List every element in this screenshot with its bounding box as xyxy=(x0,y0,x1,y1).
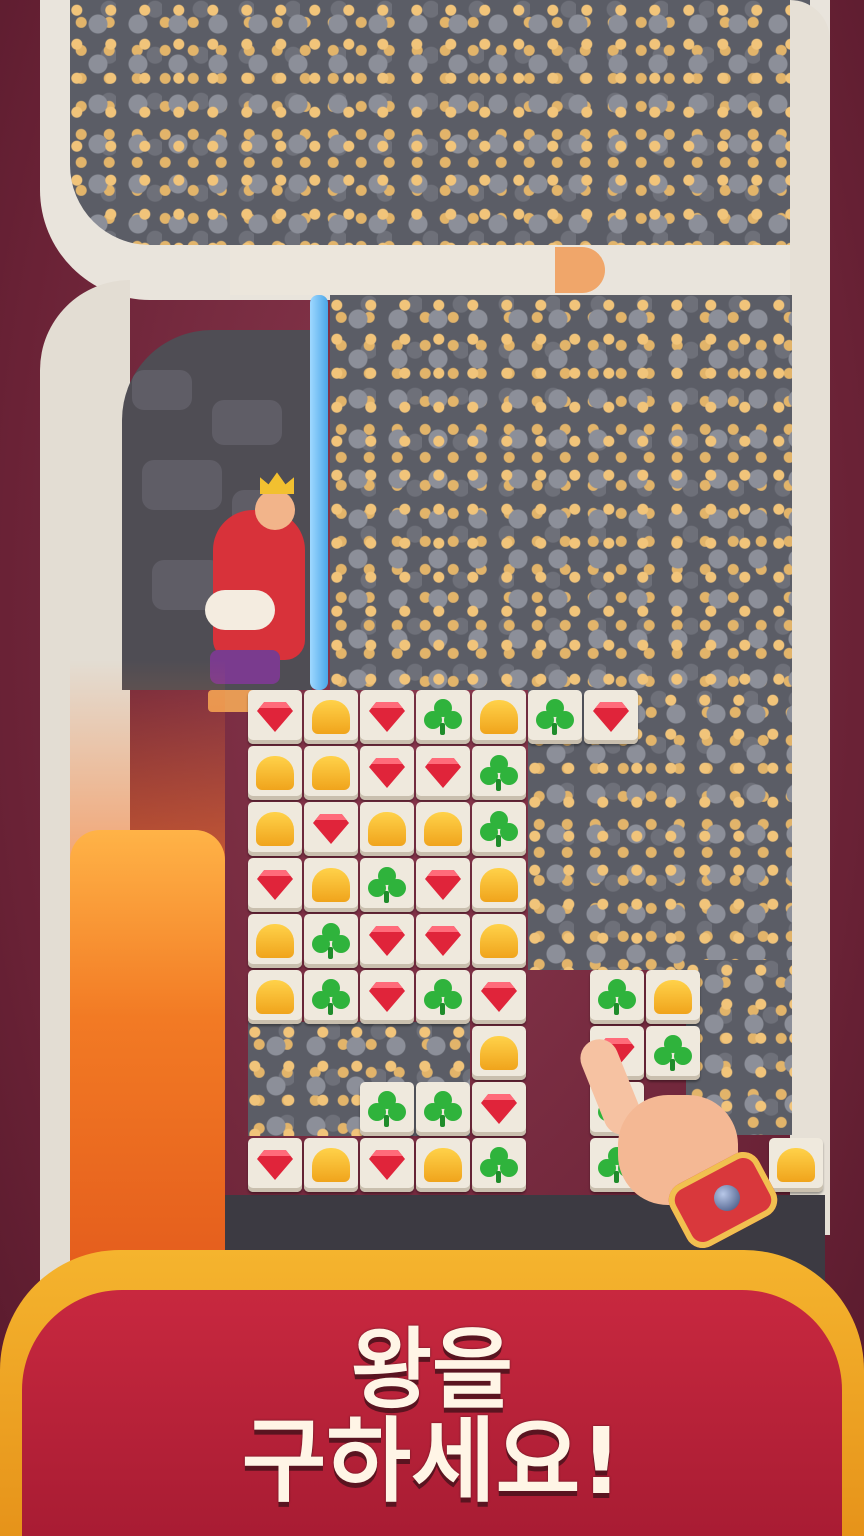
tile-crown[interactable] xyxy=(304,690,358,744)
tile-ruby[interactable] xyxy=(416,914,470,968)
tile-crown[interactable] xyxy=(248,914,302,968)
ruby-gem-icon xyxy=(369,702,405,732)
tile-ruby[interactable] xyxy=(248,858,302,912)
tile-crown[interactable] xyxy=(472,690,526,744)
tile-clover[interactable] xyxy=(304,914,358,968)
tile-clover[interactable] xyxy=(528,690,582,744)
crown-gem-icon xyxy=(480,700,518,734)
stone-pipe-right xyxy=(790,0,830,1235)
clover-gem-icon xyxy=(536,699,574,737)
clover-gem-icon xyxy=(480,755,518,793)
tile-crown[interactable] xyxy=(304,746,358,800)
crown-gem-icon xyxy=(368,812,406,846)
tile-clover[interactable] xyxy=(416,690,470,744)
banner-title-line1: 왕을 xyxy=(351,1318,513,1421)
crown-gem-icon xyxy=(480,1036,518,1070)
clover-gem-icon xyxy=(368,1091,406,1129)
pipe-cap xyxy=(555,247,605,293)
tile-ruby[interactable] xyxy=(248,1138,302,1192)
tile-ruby[interactable] xyxy=(304,802,358,856)
ruby-gem-icon xyxy=(257,1150,293,1180)
ruby-gem-icon xyxy=(425,926,461,956)
crown-gem-icon xyxy=(312,868,350,902)
tile-clover[interactable] xyxy=(589,970,644,1024)
crown-gem-icon xyxy=(653,980,692,1014)
ruby-gem-icon xyxy=(369,926,405,956)
ruby-gem-icon xyxy=(425,758,461,788)
tile-ruby[interactable] xyxy=(472,1082,526,1136)
crown-gem-icon xyxy=(480,924,518,958)
tile-ruby[interactable] xyxy=(584,690,638,744)
tile-clover[interactable] xyxy=(360,858,414,912)
crown-gem-icon xyxy=(424,1148,462,1182)
clover-gem-icon xyxy=(597,979,636,1017)
clover-gem-icon xyxy=(480,811,518,849)
tile-clover[interactable] xyxy=(472,1138,526,1192)
clover-gem-icon xyxy=(480,1147,518,1185)
ruby-gem-icon xyxy=(369,1150,405,1180)
ruby-gem-icon xyxy=(257,870,293,900)
ruby-gem-icon xyxy=(369,982,405,1012)
clover-gem-icon xyxy=(368,867,406,905)
ruby-gem-icon xyxy=(369,758,405,788)
tile-ruby[interactable] xyxy=(360,914,414,968)
clover-gem-icon xyxy=(424,699,462,737)
crown-gem-icon xyxy=(256,756,294,790)
pointing-hand-icon xyxy=(574,1033,784,1255)
tile-ruby[interactable] xyxy=(248,690,302,744)
clover-gem-icon xyxy=(424,1091,462,1129)
tile-crown[interactable] xyxy=(248,970,302,1024)
tile-ruby[interactable] xyxy=(472,970,526,1024)
tile-crown[interactable] xyxy=(472,1026,526,1080)
lava-column xyxy=(70,830,225,1300)
tile-ruby[interactable] xyxy=(360,690,414,744)
crown-gem-icon xyxy=(312,1148,350,1182)
tile-clover[interactable] xyxy=(360,1082,414,1136)
tile-clover[interactable] xyxy=(472,746,526,800)
king-character-icon xyxy=(205,470,315,690)
tile-clover[interactable] xyxy=(416,970,470,1024)
crown-gem-icon xyxy=(312,756,350,790)
tile-ruby[interactable] xyxy=(416,746,470,800)
crown-gem-icon xyxy=(256,980,294,1014)
rubble-top xyxy=(70,0,810,245)
tile-crown[interactable] xyxy=(360,802,414,856)
tile-crown[interactable] xyxy=(248,746,302,800)
crown-gem-icon xyxy=(312,700,350,734)
tile-ruby[interactable] xyxy=(360,1138,414,1192)
tile-clover[interactable] xyxy=(472,802,526,856)
stone-pipe-middle xyxy=(230,245,605,295)
tile-crown[interactable] xyxy=(416,1138,470,1192)
tile-crown[interactable] xyxy=(472,858,526,912)
clover-gem-icon xyxy=(312,923,350,961)
tile-crown[interactable] xyxy=(645,970,700,1024)
ruby-gem-icon xyxy=(481,1094,517,1124)
crown-gem-icon xyxy=(480,868,518,902)
tile-crown[interactable] xyxy=(304,1138,358,1192)
tile-clover[interactable] xyxy=(416,1082,470,1136)
crown-gem-icon xyxy=(424,812,462,846)
tile-crown[interactable] xyxy=(304,858,358,912)
ruby-gem-icon xyxy=(313,814,349,844)
tile-ruby[interactable] xyxy=(360,746,414,800)
ruby-gem-icon xyxy=(257,702,293,732)
tile-ruby[interactable] xyxy=(360,970,414,1024)
crown-gem-icon xyxy=(256,812,294,846)
clover-gem-icon xyxy=(312,979,350,1017)
ruby-gem-icon xyxy=(593,702,629,732)
tile-crown[interactable] xyxy=(416,802,470,856)
clover-gem-icon xyxy=(424,979,462,1017)
tile-crown[interactable] xyxy=(248,802,302,856)
rubble-main xyxy=(330,295,792,690)
crown-gem-icon xyxy=(776,1148,815,1182)
ruby-gem-icon xyxy=(425,870,461,900)
tile-ruby[interactable] xyxy=(416,858,470,912)
ruby-gem-icon xyxy=(481,982,517,1012)
crown-gem-icon xyxy=(256,924,294,958)
tile-clover[interactable] xyxy=(304,970,358,1024)
banner-title-line2: 구하세요! xyxy=(241,1408,623,1515)
tile-crown[interactable] xyxy=(472,914,526,968)
